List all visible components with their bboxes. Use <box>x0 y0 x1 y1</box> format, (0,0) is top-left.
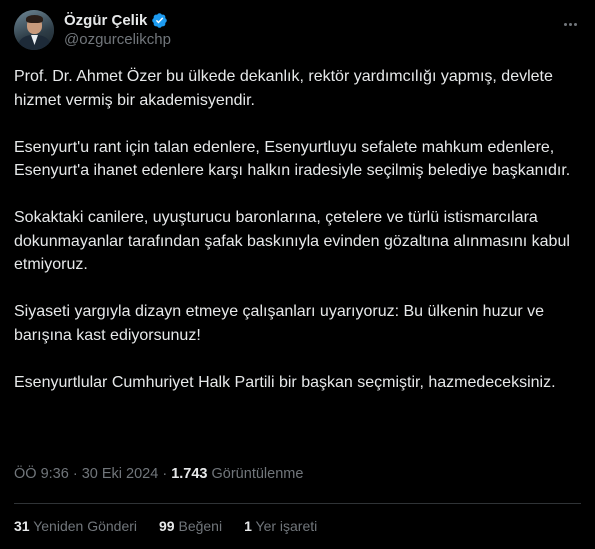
engagement-stats: 31 Yeniden Gönderi 99 Beğeni 1 Yer işare… <box>14 518 317 534</box>
tweet-paragraph: Prof. Dr. Ahmet Özer bu ülkede dekanlık,… <box>14 68 553 109</box>
tweet-header: Özgür Çelik @ozgurcelikchp <box>14 10 581 54</box>
verified-badge-icon <box>152 12 168 28</box>
retweets-stat[interactable]: 31 Yeniden Gönderi <box>14 518 137 534</box>
retweets-label: Yeniden Gönderi <box>29 518 138 534</box>
tweet-time[interactable]: ÖÖ 9:36 <box>14 466 69 482</box>
likes-stat[interactable]: 99 Beğeni <box>159 518 222 534</box>
tweet-text: Prof. Dr. Ahmet Özer bu ülkede dekanlık,… <box>14 65 574 394</box>
views-count: 1.743 <box>171 466 208 482</box>
divider <box>14 503 581 504</box>
more-options-icon[interactable] <box>559 14 581 34</box>
tweet-meta: ÖÖ 9:36 · 30 Eki 2024 · 1.743 Görüntülen… <box>14 466 303 482</box>
avatar[interactable] <box>14 10 54 50</box>
author-handle[interactable]: @ozgurcelikchp <box>64 31 171 48</box>
retweets-count: 31 <box>14 518 30 534</box>
bookmarks-count: 1 <box>244 518 252 534</box>
meta-separator: · <box>68 466 82 482</box>
tweet-paragraph: Siyaseti yargıyla dizayn etmeye çalışanl… <box>14 303 545 344</box>
tweet-paragraph: Sokaktaki canilere, uyuşturucu baronları… <box>14 209 570 273</box>
tweet-date[interactable]: 30 Eki 2024 <box>82 466 159 482</box>
bookmarks-stat[interactable]: 1 Yer işareti <box>244 518 317 534</box>
tweet-paragraph: Esenyurtlular Cumhuriyet Halk Partili bi… <box>14 373 556 391</box>
author-info: Özgür Çelik @ozgurcelikchp <box>64 10 171 49</box>
views-label: Görüntülenme <box>207 466 304 482</box>
likes-label: Beğeni <box>174 518 223 534</box>
author-name[interactable]: Özgür Çelik <box>64 12 147 29</box>
meta-separator: · <box>158 466 172 482</box>
tweet-paragraph: Esenyurt'u rant için talan edenlere, Ese… <box>14 138 571 180</box>
likes-count: 99 <box>159 518 175 534</box>
bookmarks-label: Yer işareti <box>251 518 318 534</box>
